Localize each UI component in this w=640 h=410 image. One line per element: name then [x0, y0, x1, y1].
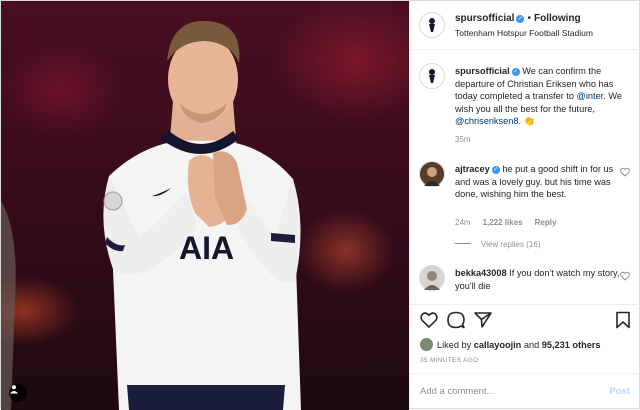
- verified-icon: ✓: [511, 68, 520, 76]
- caption-time[interactable]: 35m: [455, 135, 471, 144]
- mention-chriseriksen8[interactable]: @chriseriksen8: [455, 116, 518, 126]
- avatar[interactable]: [419, 265, 445, 291]
- instagram-post: AIA spursofficial ✓ • Following Tottenham H…: [0, 0, 640, 410]
- verified-icon: ✓: [491, 166, 500, 174]
- separator-dot: •: [527, 13, 531, 24]
- likes-summary: Liked by callayoojin and 95,231 others: [420, 338, 601, 351]
- bookmark-icon[interactable]: [614, 311, 632, 329]
- avatar[interactable]: [420, 338, 433, 351]
- heart-icon[interactable]: [620, 271, 630, 281]
- location-link[interactable]: Tottenham Hotspur Football Stadium: [455, 28, 593, 38]
- comment-icon[interactable]: [447, 311, 465, 329]
- caption-text: spursofficial ✓ We can confirm the depart…: [455, 65, 623, 128]
- comment-meta: 24m 1,222 likes Reply: [455, 218, 568, 227]
- user-tag-icon[interactable]: [9, 384, 27, 402]
- replies-divider: [455, 243, 471, 244]
- likes-joiner: and: [523, 339, 540, 350]
- player-illustration: AIA: [1, 20, 301, 410]
- add-comment-bar: Add a comment... Post: [410, 373, 640, 410]
- spurs-logo-icon[interactable]: [419, 63, 445, 89]
- post-timestamp[interactable]: 35 MINUTES AGO: [420, 357, 478, 364]
- caption-username[interactable]: spursofficial: [455, 66, 510, 76]
- comment-time[interactable]: 24m: [455, 218, 471, 227]
- likes-first-user[interactable]: callayoojin: [474, 340, 522, 350]
- comment-text: ajtracey ✓ he put a good shift in for us …: [455, 163, 623, 201]
- share-icon[interactable]: [474, 311, 492, 329]
- post-header: spursofficial ✓ • Following Tottenham Hotsp…: [410, 1, 640, 50]
- likes-count[interactable]: 95,231 others: [542, 340, 601, 350]
- post-comment-button[interactable]: Post: [609, 386, 630, 397]
- comment-username[interactable]: bekka43008: [455, 268, 507, 278]
- avatar[interactable]: [419, 161, 445, 187]
- heart-icon[interactable]: [420, 311, 438, 329]
- header-username[interactable]: spursofficial: [455, 13, 514, 24]
- likes-prefix: Liked by: [437, 339, 472, 350]
- comment-text: bekka43008 If you don't watch my story, …: [455, 267, 623, 292]
- comment-likes[interactable]: 1,222 likes: [483, 218, 523, 227]
- view-replies-button[interactable]: View replies (16): [455, 240, 540, 249]
- comment-input[interactable]: Add a comment...: [420, 386, 590, 397]
- actions-section: Liked by callayoojin and 95,231 others 3…: [410, 304, 640, 373]
- caption-body-3: . 👏: [518, 116, 535, 126]
- post-side-panel: spursofficial ✓ • Following Tottenham Hotsp…: [409, 1, 640, 410]
- post-photo[interactable]: AIA: [1, 1, 409, 410]
- shirt-sponsor-text: AIA: [179, 230, 234, 266]
- following-button[interactable]: Following: [534, 13, 581, 24]
- spurs-logo-icon[interactable]: [419, 12, 445, 38]
- verified-icon: ✓: [516, 15, 525, 23]
- view-replies-label: View replies (16): [481, 240, 541, 249]
- header-line: spursofficial ✓ • Following: [455, 13, 581, 24]
- reply-button[interactable]: Reply: [535, 218, 557, 227]
- mention-inter[interactable]: @inter: [577, 91, 604, 101]
- comments-list[interactable]: spursofficial ✓ We can confirm the depart…: [410, 51, 640, 304]
- heart-icon[interactable]: [620, 167, 630, 177]
- comment-username[interactable]: ajtracey: [455, 164, 490, 174]
